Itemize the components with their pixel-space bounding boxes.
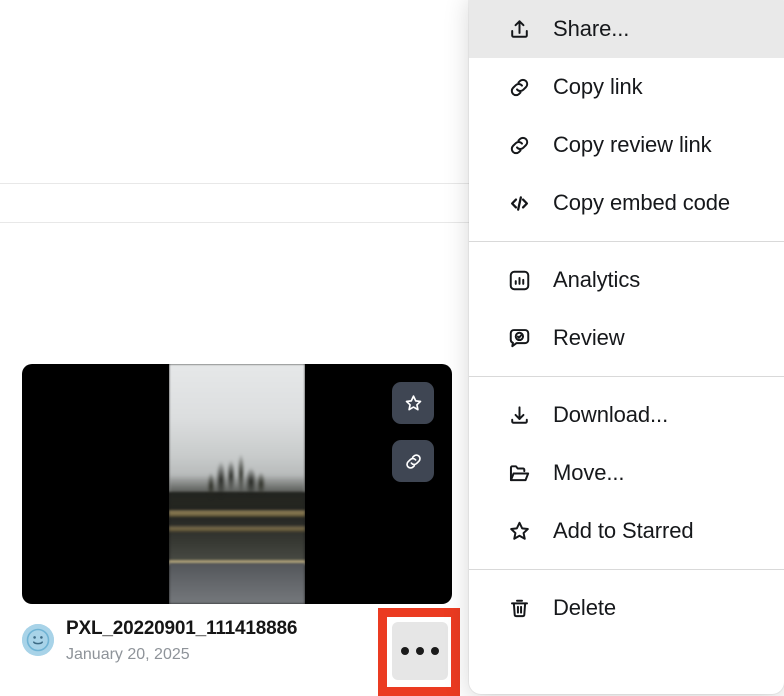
star-icon <box>403 393 424 414</box>
menu-item-copy-review-link[interactable]: Copy review link <box>469 116 784 174</box>
thumbnail-copy-link-button[interactable] <box>392 440 434 482</box>
share-upload-icon <box>505 15 533 43</box>
menu-item-analytics[interactable]: Analytics <box>469 251 784 309</box>
menu-item-label: Analytics <box>553 267 641 292</box>
frame-guardrail-lower <box>169 526 305 532</box>
frame-road <box>169 563 305 604</box>
menu-separator <box>469 569 784 570</box>
three-dots-icon-dot-2 <box>416 647 424 655</box>
menu-item-share[interactable]: Share... <box>469 0 784 58</box>
page-root: PXL_20220901_111418886 January 20, 2025 … <box>0 0 784 696</box>
trash-icon <box>505 594 533 622</box>
menu-item-label: Copy review link <box>553 132 712 157</box>
three-dots-icon <box>401 647 409 655</box>
link-icon <box>403 451 424 472</box>
star-icon <box>505 517 533 545</box>
avatar <box>22 624 54 656</box>
frame-guardrail-upper <box>169 510 305 517</box>
menu-item-move[interactable]: Move... <box>469 444 784 502</box>
frame-brush <box>169 450 305 508</box>
menu-item-label: Add to Starred <box>553 518 694 543</box>
context-menu[interactable]: Share... Copy link Copy review link Copy… <box>469 0 784 694</box>
three-dots-icon-dot-3 <box>431 647 439 655</box>
folder-open-icon <box>505 459 533 487</box>
menu-separator <box>469 241 784 242</box>
menu-item-label: Review <box>553 325 625 350</box>
link-icon <box>505 131 533 159</box>
menu-item-label: Share... <box>553 16 630 41</box>
menu-item-label: Delete <box>553 595 616 620</box>
menu-item-add-to-starred[interactable]: Add to Starred <box>469 502 784 560</box>
file-thumbnail[interactable] <box>22 364 452 604</box>
menu-item-label: Download... <box>553 402 669 427</box>
more-options-button[interactable] <box>392 622 448 680</box>
file-card[interactable] <box>22 364 452 604</box>
menu-item-review[interactable]: Review <box>469 309 784 367</box>
link-icon <box>505 73 533 101</box>
analytics-bar-chart-icon <box>505 266 533 294</box>
menu-separator <box>469 376 784 377</box>
thumbnail-video-frame <box>169 364 305 604</box>
review-check-bubble-icon <box>505 324 533 352</box>
thumbnail-star-button[interactable] <box>392 382 434 424</box>
menu-item-label: Copy embed code <box>553 190 731 215</box>
menu-item-label: Move... <box>553 460 625 485</box>
frame-ground <box>169 516 305 564</box>
menu-item-copy-embed-code[interactable]: Copy embed code <box>469 174 784 232</box>
menu-item-label: Copy link <box>553 74 643 99</box>
embed-code-icon <box>505 189 533 217</box>
menu-item-copy-link[interactable]: Copy link <box>469 58 784 116</box>
menu-item-delete[interactable]: Delete <box>469 579 784 637</box>
download-icon <box>505 401 533 429</box>
menu-item-download[interactable]: Download... <box>469 386 784 444</box>
